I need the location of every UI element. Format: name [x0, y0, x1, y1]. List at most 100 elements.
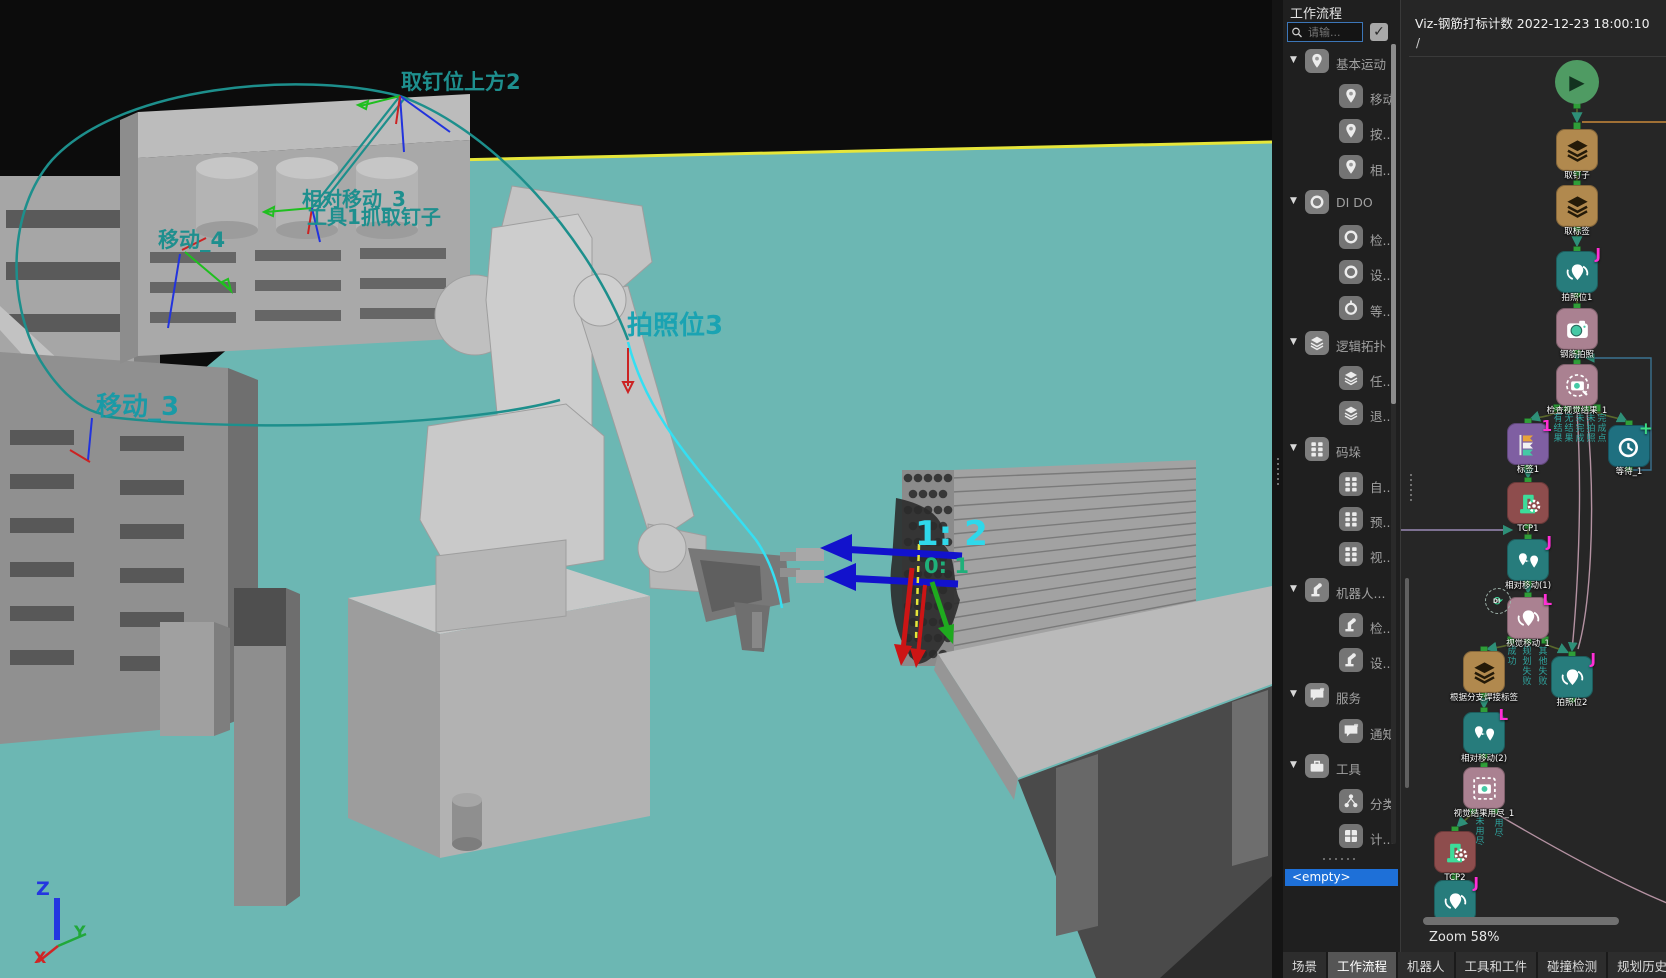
- edge-label-points-done: 完成点: [1595, 413, 1604, 443]
- tree-item-check-robot[interactable]: 检...: [1283, 610, 1400, 642]
- tree-resize-grip-icon[interactable]: [1323, 858, 1355, 860]
- tree-item-move[interactable]: 移动: [1283, 81, 1400, 113]
- pin-path-icon: [1515, 605, 1542, 632]
- run-button[interactable]: ▶: [1555, 60, 1599, 104]
- expand-arrow-icon[interactable]: ▼: [1290, 55, 1297, 65]
- robot-icon: [1305, 578, 1329, 602]
- tree-item-preset-pallet[interactable]: 预...: [1283, 504, 1400, 536]
- empty-selection-item[interactable]: <empty>: [1285, 869, 1398, 886]
- robot-gear-icon: [1515, 490, 1542, 517]
- waypoint-label-move-4: 移动_4: [158, 230, 225, 251]
- ring-icon: [1339, 260, 1363, 284]
- node-branch-weld-label[interactable]: 根据分支焊接标签: [1463, 651, 1505, 693]
- graph-vertical-scrollbar[interactable]: [1405, 578, 1409, 788]
- tree-item-service[interactable]: ▼服务: [1283, 680, 1400, 712]
- pin-pair-icon: [1339, 155, 1363, 179]
- filter-checkbox[interactable]: ✓: [1370, 23, 1388, 41]
- layers-icon: [1471, 659, 1498, 686]
- tree-item-tools[interactable]: ▼工具: [1283, 751, 1400, 783]
- flags-icon: [1515, 431, 1542, 458]
- di-check-icon: [1339, 225, 1363, 249]
- tab-robot[interactable]: 机器人: [1398, 952, 1454, 978]
- tree-item-task[interactable]: 任...: [1283, 363, 1400, 395]
- robot-search-icon: [1339, 613, 1363, 637]
- expand-arrow-icon[interactable]: ▼: [1290, 689, 1297, 699]
- scene-canvas: [0, 0, 1272, 978]
- node-tag-1[interactable]: 1标签1: [1507, 423, 1549, 465]
- tab-tools-workpieces[interactable]: 工具和工件: [1456, 952, 1537, 978]
- node-tcp-1[interactable]: TCP1: [1507, 482, 1549, 524]
- axis-y-label: Y: [74, 924, 86, 940]
- chat-icon: [1305, 683, 1329, 707]
- tree-item-basic-motion[interactable]: ▼基本运动: [1283, 46, 1400, 78]
- edge-label-plan-failed: 规划失败: [1520, 646, 1529, 686]
- camera-dashed-icon: [1471, 775, 1498, 802]
- node-vision-move-1[interactable]: L视觉移动_1: [1507, 597, 1549, 639]
- edge-label-exhausted: 用尽: [1492, 818, 1501, 838]
- search-box[interactable]: [1287, 22, 1363, 42]
- expand-arrow-icon[interactable]: ▼: [1290, 196, 1297, 206]
- pin-path-icon: [1559, 664, 1586, 691]
- tab-workflow[interactable]: 工作流程: [1328, 952, 1396, 978]
- tab-plan-history[interactable]: 规划历史: [1608, 952, 1666, 978]
- tree-item-relative[interactable]: 相...: [1283, 152, 1400, 184]
- tree-item-di-do[interactable]: ▼DI DO: [1283, 187, 1400, 219]
- node-take-nails[interactable]: 取钉子: [1556, 129, 1598, 171]
- pallet-vision-icon: [1339, 542, 1363, 566]
- counter-icon: [1339, 824, 1363, 848]
- tree-item-robot[interactable]: ▼机器人...: [1283, 575, 1400, 607]
- tree-item-logic-topology[interactable]: ▼逻辑拓扑: [1283, 328, 1400, 360]
- node-relative-move-1[interactable]: J相对移动(1): [1507, 539, 1549, 581]
- count-label-small: 0: 1: [924, 556, 969, 577]
- node-take-label[interactable]: 取标签: [1556, 185, 1598, 227]
- node-photo-pos-1[interactable]: J拍照位1: [1556, 251, 1598, 293]
- splitter-grip-icon[interactable]: [1409, 474, 1413, 501]
- tab-scene[interactable]: 场景: [1283, 952, 1326, 978]
- edge-label-no-result: 无结果: [1562, 413, 1571, 443]
- pin-pair-icon: [1515, 547, 1542, 574]
- layers-icon: [1305, 331, 1329, 355]
- expand-arrow-icon[interactable]: ▼: [1290, 584, 1297, 594]
- pallet-edit-icon: [1339, 472, 1363, 496]
- node-vision-result-exhausted[interactable]: 视觉结果用尽_1: [1463, 767, 1505, 809]
- node-rebar-photo[interactable]: 钢筋拍照: [1556, 308, 1598, 350]
- tree-scrollbar[interactable]: [1391, 44, 1396, 844]
- edge-label-not-photographed: 未拍照: [1584, 413, 1593, 443]
- node-photo-pos-3[interactable]: J: [1434, 880, 1476, 922]
- tab-collision-detect[interactable]: 碰撞检测: [1538, 952, 1606, 978]
- tree-item-custom-pallet[interactable]: 自...: [1283, 469, 1400, 501]
- edge-label-has-result: 有结果: [1551, 413, 1560, 443]
- splitter-grip-icon[interactable]: [1276, 458, 1280, 485]
- tree-item-classify[interactable]: 分类: [1283, 786, 1400, 818]
- expand-arrow-icon[interactable]: ▼: [1290, 760, 1297, 770]
- tree-scrollbar-thumb[interactable]: [1391, 44, 1396, 404]
- tree-item-exit[interactable]: 退...: [1283, 398, 1400, 430]
- expand-arrow-icon[interactable]: ▼: [1290, 337, 1297, 347]
- 3d-viewport[interactable]: 取钉位上方2 相对移动_3 工具1抓取钉子 移动_4 拍照位3 移动_3 1: …: [0, 0, 1272, 978]
- node-photo-pos-2[interactable]: J拍照位2: [1551, 656, 1593, 698]
- workflow-graph-panel[interactable]: Viz-钢筋打标计数 2022-12-23 18:00:10 /: [1400, 0, 1666, 952]
- viewport-panel-splitter[interactable]: [1272, 0, 1283, 978]
- tree-item-counter[interactable]: 计...: [1283, 821, 1400, 853]
- node-relative-move-2[interactable]: L相对移动(2): [1463, 712, 1505, 754]
- node-check-vision-result[interactable]: 检查视觉结果_1: [1556, 364, 1598, 406]
- tree-item-notify[interactable]: 通知: [1283, 716, 1400, 748]
- pin-path-icon: [1339, 84, 1363, 108]
- tree-item-set-robot[interactable]: 设...: [1283, 645, 1400, 677]
- graph-horizontal-scrollbar[interactable]: [1423, 917, 1619, 925]
- pallet-icon: [1305, 437, 1329, 461]
- tree-item-move-by[interactable]: 按...: [1283, 116, 1400, 148]
- tree-item-palletizing[interactable]: ▼码垛: [1283, 434, 1400, 466]
- tree-item-check-di[interactable]: 检...: [1283, 222, 1400, 254]
- workflow-library-panel: 工作流程 ✓ ▼基本运动 移动 按... 相... ▼DI DO 检... 设.…: [1283, 0, 1400, 952]
- node-wait-1[interactable]: +等待_1: [1608, 425, 1650, 467]
- tree-item-set-do[interactable]: 设...: [1283, 257, 1400, 289]
- tree-item-vision-pallet[interactable]: 视...: [1283, 539, 1400, 571]
- search-icon: [1291, 26, 1303, 39]
- axis-x-label: X: [34, 950, 46, 966]
- pin-pair-icon: [1471, 720, 1498, 747]
- search-input[interactable]: [1306, 25, 1362, 40]
- tree-item-wait-di[interactable]: 等...: [1283, 293, 1400, 325]
- expand-arrow-icon[interactable]: ▼: [1290, 443, 1297, 453]
- node-tcp-2[interactable]: TCP2: [1434, 831, 1476, 873]
